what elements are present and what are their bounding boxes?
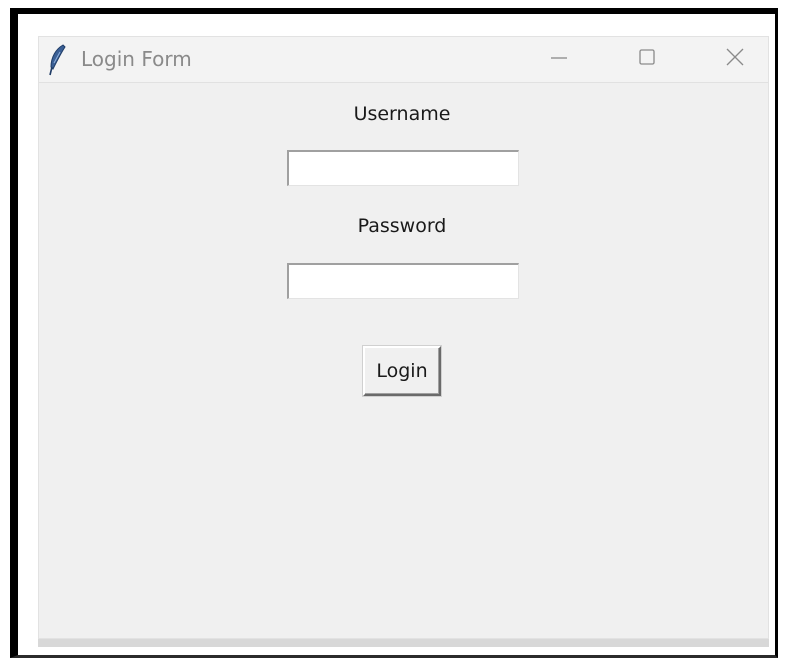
window-title: Login Form <box>81 47 192 71</box>
password-input[interactable] <box>287 263 519 299</box>
minimize-button[interactable] <box>536 41 582 77</box>
maximize-button[interactable] <box>624 41 670 77</box>
screenshot-stage: Login Form Username Password Login <box>0 0 785 669</box>
feather-icon <box>47 43 69 77</box>
password-label: Password <box>357 215 447 237</box>
window-shadow <box>38 639 769 647</box>
form-content: Username Password Login <box>39 83 768 638</box>
username-input[interactable] <box>287 150 519 186</box>
login-button[interactable]: Login <box>363 346 441 396</box>
app-window: Login Form Username Password Login <box>38 36 769 639</box>
close-icon <box>724 46 746 72</box>
titlebar[interactable]: Login Form <box>39 37 768 83</box>
minimize-icon <box>549 47 569 71</box>
username-label: Username <box>353 103 451 125</box>
maximize-icon <box>637 47 657 71</box>
close-button[interactable] <box>712 41 758 77</box>
